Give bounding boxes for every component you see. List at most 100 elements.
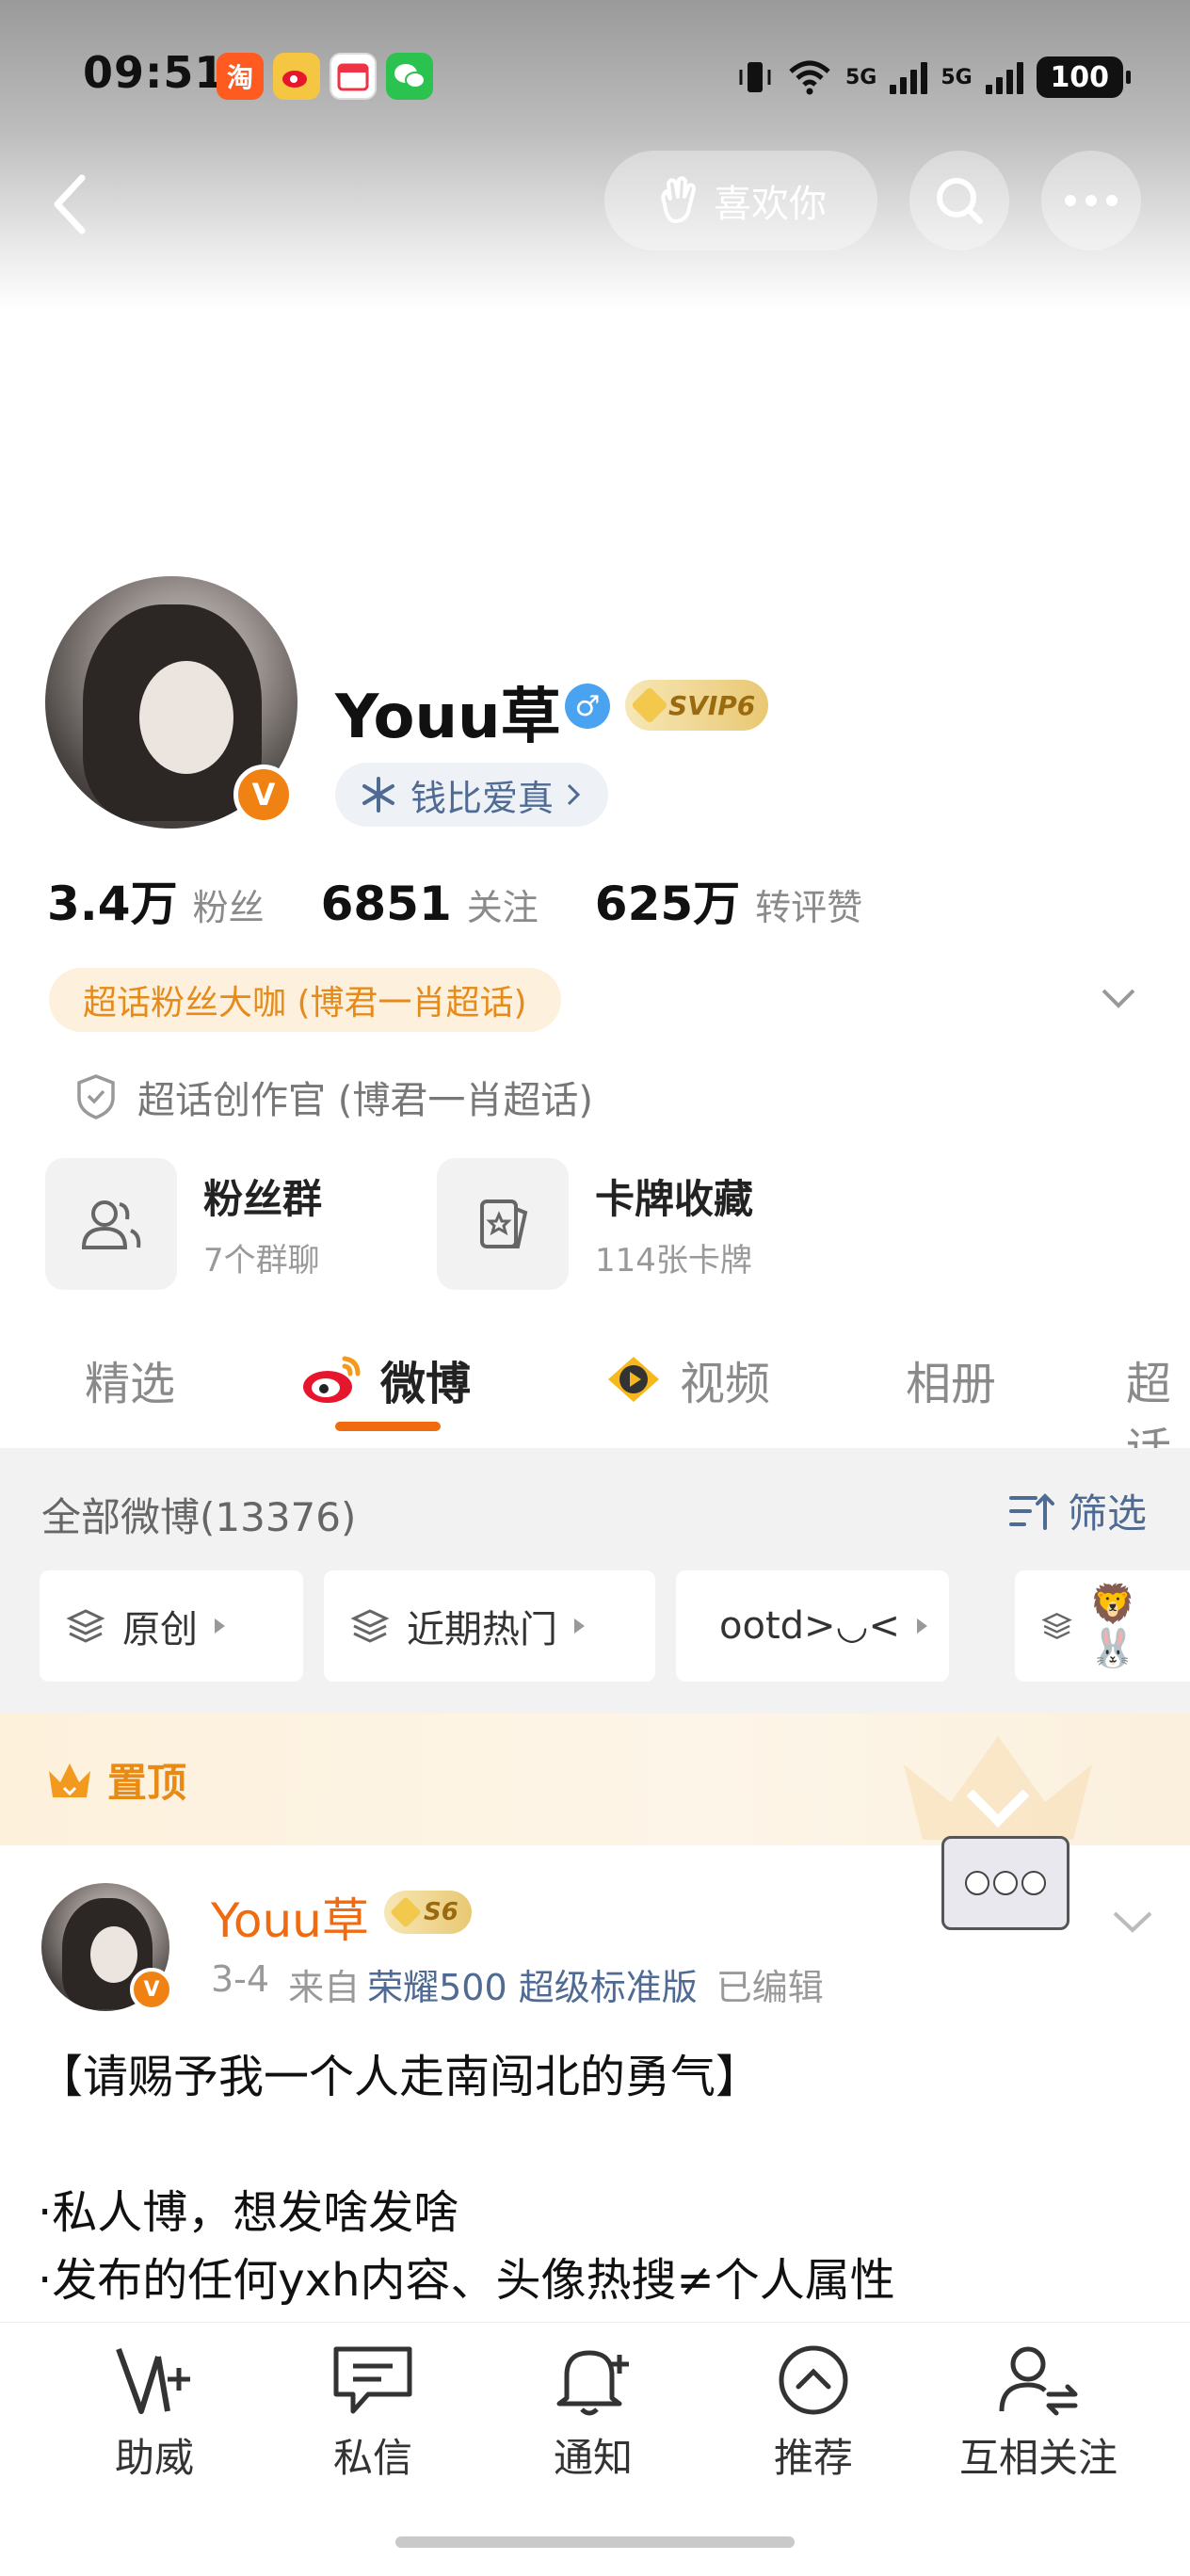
post-line [38,2111,1149,2179]
stat-followers[interactable]: 3.4万 粉丝 [47,866,265,934]
creator-title[interactable]: 超话创作官 (博君一肖超话) [75,1070,593,1124]
mutual-follow-icon [999,2346,1078,2416]
stat-following[interactable]: 6851 关注 [321,877,539,931]
like-you-button[interactable]: 喜欢你 [604,151,877,250]
signal-icon-2 [985,60,1023,94]
bell-icon [556,2350,629,2416]
post-filter-area: 全部微博(13376) 筛选 原创 近期热门 ootd>◡< 🦁🐰 [0,1448,1190,1714]
recommend-icon [779,2345,848,2415]
chip-label: 近期热门 [407,1608,557,1651]
stat-number: 625万 [594,877,741,931]
chevron-down-icon[interactable] [1100,985,1137,1013]
bottom-label: 私信 [332,2435,412,2481]
vibrate-icon [739,62,771,92]
crown-icon [49,1763,90,1797]
network-type-2: 5G [941,65,973,89]
wifi-icon [789,60,830,95]
recommend-button[interactable]: 推荐 [719,2343,908,2484]
layers-icon [66,1609,105,1643]
post-body[interactable]: 【请赐予我一个人走南闯北的勇气】 ·私人博，想发啥发啥 ·发布的任何yxh内容、… [38,2043,1149,2314]
signature-text: 钱比爱真 [410,777,555,819]
svip-label: SVIP6 [668,689,756,721]
post-verified-badge: V [130,1968,173,2011]
pinned-header: 置顶 [0,1714,1190,1845]
filter-icon [1009,1492,1054,1530]
level-label: S6 [424,1898,458,1926]
filter-chip-ootd[interactable]: ootd>◡< [676,1570,949,1682]
caret-right-icon [916,1618,927,1634]
male-gender-icon: ♂ [565,684,610,729]
signature-tag[interactable]: 钱比爱真 [335,763,609,827]
post-line: ·发布的任何yxh内容、头像热搜≠个人属性 [38,2254,895,2307]
caret-right-icon [574,1618,585,1634]
card-collection-card[interactable]: 卡牌收藏 114张卡牌 [437,1158,753,1290]
search-button[interactable] [909,151,1009,250]
fan-group-card[interactable]: 粉丝群 7个群聊 [45,1158,322,1290]
message-icon [333,2346,412,2414]
chevron-left-icon [54,174,86,234]
post-edited: 已编辑 [716,1967,824,2008]
post-from-label: 来自 [288,1967,361,2008]
filter-chip-emoji[interactable]: 🦁🐰 [1015,1570,1190,1682]
caret-right-icon [215,1618,225,1634]
stat-label: 转评赞 [755,887,863,928]
super-topic-fan-tag[interactable]: 超话粉丝大咖 (博君一肖超话) [49,968,561,1032]
tab-label: 相册 [906,1358,997,1410]
back-button[interactable] [38,171,104,237]
profile-name: Youu草 [335,683,561,752]
layers-icon [350,1609,390,1643]
cheer-button[interactable]: 助威 [60,2343,249,2484]
mutual-follow-button[interactable]: 互相关注 [941,2343,1135,2484]
tab-weibo[interactable]: 微博 [299,1346,471,1412]
chevron-down-icon[interactable] [1111,1908,1154,1936]
filter-button[interactable]: 筛选 [1007,1482,1147,1539]
profile-tabs: 精选 微博 视频 相册 超话 [0,1318,1190,1476]
search-icon [937,178,983,224]
group-icon [45,1158,177,1290]
status-indicators: 5G 5G 100 [736,51,1131,104]
weibo-app-icon [273,53,320,100]
profile-stats: 3.4万 粉丝 6851 关注 625万 转评赞 [47,866,862,934]
filter-chip-recent-hot[interactable]: 近期热门 [324,1570,655,1682]
card-collection-icon [437,1158,569,1290]
verified-badge: V [233,765,294,825]
tab-featured[interactable]: 精选 [85,1346,175,1412]
signal-icon-1 [890,60,928,94]
svip-badge[interactable]: SVIP6 [625,680,769,731]
feature-title: 卡牌收藏 [595,1176,754,1222]
more-icon [1065,195,1118,206]
stat-number: 6851 [320,877,452,931]
network-type-1: 5G [845,65,877,89]
direct-message-button[interactable]: 私信 [279,2343,467,2484]
post-source-device[interactable]: 荣耀500 超级标准版 [367,1958,698,2010]
like-you-label: 喜欢你 [714,183,827,226]
calendar-icon [330,53,377,100]
feature-subtitle: 114张卡牌 [595,1242,752,1280]
bottom-label: 通知 [553,2435,633,2481]
tab-album[interactable]: 相册 [906,1346,996,1412]
status-bar: 09:51 淘 5G 5G 100 [0,0,1190,141]
home-indicator[interactable] [395,2536,795,2548]
bottom-label: 推荐 [773,2435,853,2481]
tab-active-indicator [335,1422,441,1431]
stat-number: 3.4万 [47,877,178,931]
bottom-label: 互相关注 [958,2435,1118,2481]
tab-label: 微博 [380,1358,472,1410]
stat-label: 粉丝 [192,887,265,928]
notify-button[interactable]: 通知 [499,2343,687,2484]
post-sticker-decoration [941,1836,1069,1930]
tab-video[interactable]: 视频 [603,1346,770,1412]
cheer-icon [116,2347,190,2414]
taobao-icon: 淘 [217,53,264,100]
more-button[interactable] [1041,151,1141,250]
post-author-name[interactable]: Youu草 [211,1883,369,1951]
stat-label: 关注 [466,887,539,928]
wechat-icon [386,53,433,100]
pinned-label: 置顶 [45,1751,186,1809]
filter-chip-original[interactable]: 原创 [40,1570,303,1682]
feature-title: 粉丝群 [203,1176,323,1222]
layers-icon [1041,1613,1072,1639]
stat-interactions[interactable]: 625万 转评赞 [595,866,862,934]
feature-subtitle: 7个群聊 [203,1242,320,1280]
chip-label: 原创 [122,1608,198,1651]
